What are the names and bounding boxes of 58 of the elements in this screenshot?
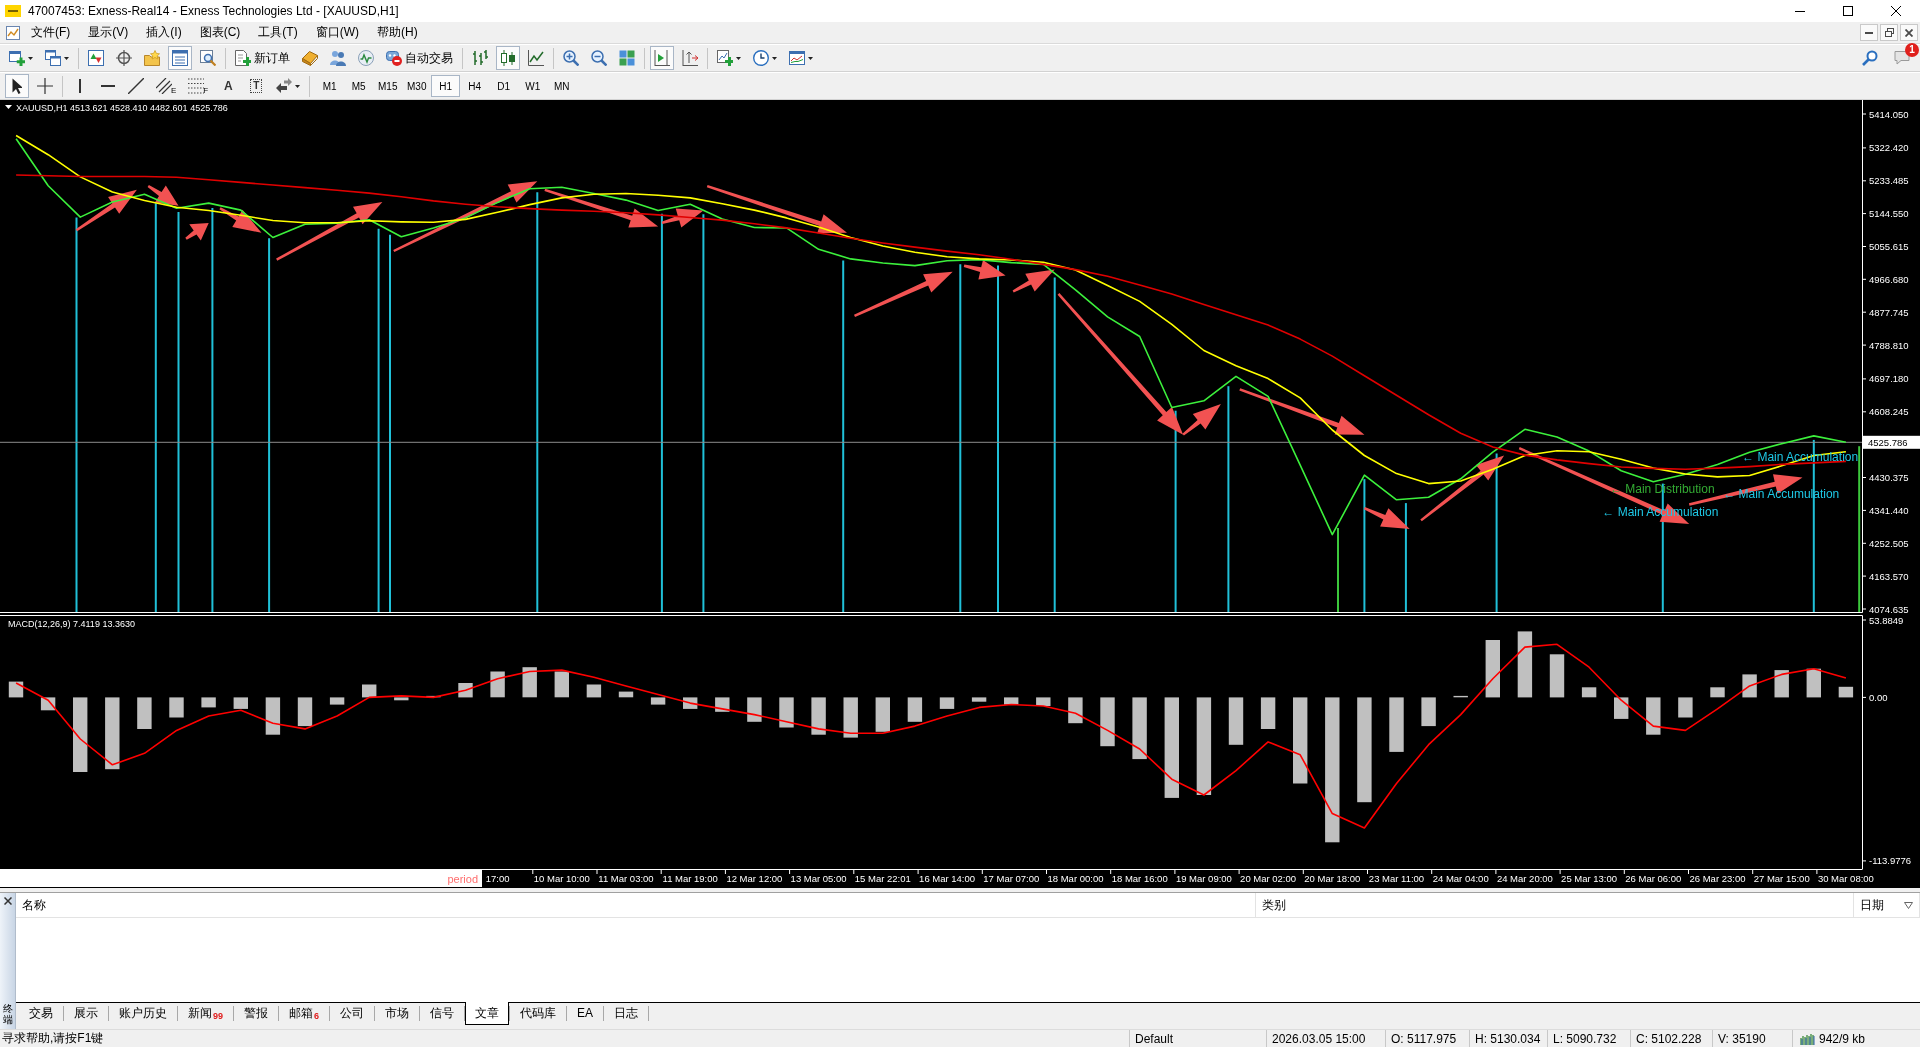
- time-label: 24 Mar 20:00: [1496, 873, 1553, 884]
- status-field: V: 35190: [1712, 1030, 1792, 1047]
- time-label: 17 Mar 07:00: [983, 873, 1040, 884]
- time-label: 11 Mar 19:00: [662, 873, 718, 884]
- help-text: 寻求帮助,请按F1键: [1, 1030, 105, 1047]
- status-field: L: 5090.732: [1547, 1030, 1630, 1047]
- price-label: 4252.505: [1869, 537, 1909, 549]
- time-label: 30 Mar 08:00: [1817, 873, 1874, 884]
- price-label: 4430.375: [1869, 472, 1909, 483]
- time-label: 13 Mar 05:00: [790, 873, 847, 884]
- notification-badge: 1: [1905, 43, 1919, 57]
- window-title: 47007453: Exness-Real14 - Exness Technologies Ltd - [XAUUSD,H1]: [28, 4, 399, 18]
- price-label: 5144.550: [1869, 208, 1909, 220]
- status-field: Default: [1129, 1030, 1266, 1047]
- time-label: 24 Mar 04:00: [1432, 873, 1489, 884]
- time-label: 20 Mar 18:00: [1304, 873, 1361, 884]
- axis-label: 53.8849: [1869, 614, 1904, 626]
- time-label: 12 Mar 12:00: [726, 873, 783, 884]
- unread-count: 6: [314, 1011, 320, 1021]
- status-field: O: 5117.975: [1385, 1030, 1469, 1047]
- time-label: 18 Mar 00:00: [1047, 873, 1104, 884]
- price-label: 4966.680: [1869, 273, 1909, 285]
- price-label: 4608.245: [1869, 406, 1909, 418]
- time-label: 27 Mar 15:00: [1753, 873, 1810, 884]
- price-label: 4074.635: [1869, 603, 1909, 614]
- time-label: 15 Mar 22:01: [854, 873, 911, 884]
- time-label: 25 Mar 13:00: [1561, 873, 1618, 884]
- time-label: 19 Mar 09:00: [1175, 873, 1232, 884]
- price-label: 4697.180: [1869, 373, 1909, 385]
- axis-label: 0.00: [1869, 691, 1888, 703]
- panel-label: 终端: [2, 1003, 13, 1025]
- time-label: 23 Mar 11:00: [1368, 873, 1425, 884]
- status-field: H: 5130.034: [1469, 1030, 1547, 1047]
- status-field: C: 5102.228: [1630, 1030, 1712, 1047]
- price-label: 5414.050: [1869, 108, 1909, 120]
- time-label: 16 Mar 14:00: [919, 873, 976, 884]
- unread-count: 99: [213, 1011, 223, 1021]
- current-price-label: 4525.786: [1863, 435, 1920, 449]
- price-label: 5233.485: [1869, 175, 1909, 187]
- status-field: 2026.03.05 15:00: [1266, 1030, 1385, 1047]
- traffic-text: 942/9 kb: [1819, 1031, 1866, 1046]
- time-label: 26 Mar 23:00: [1689, 873, 1746, 884]
- chart-title: XAUUSD,H1 4513.621 4528.410 4482.601 4525.786: [16, 103, 228, 113]
- price-label: 4788.810: [1869, 339, 1909, 351]
- price-label: 4341.440: [1869, 504, 1909, 516]
- price-label: 5055.615: [1869, 241, 1909, 252]
- axis-label: -113.9776: [1869, 855, 1912, 867]
- time-label: 26 Mar 06:00: [1625, 873, 1682, 884]
- time-label: 20 Mar 02:00: [1240, 873, 1297, 884]
- ref-line-label: 4525.786: [1868, 436, 1908, 448]
- price-label: 5322.420: [1869, 142, 1909, 154]
- time-label: 11 Mar 03:00: [598, 873, 654, 884]
- time-label: 18 Mar 16:00: [1111, 873, 1168, 884]
- price-label: 4163.570: [1869, 570, 1909, 582]
- price-label: 4877.745: [1869, 306, 1909, 318]
- indicator-title: MACD(12,26,9) 7.4119 13.3630: [8, 619, 135, 629]
- time-label: 10 Mar 10:00: [533, 873, 590, 884]
- time-label: 17:00: [485, 873, 510, 884]
